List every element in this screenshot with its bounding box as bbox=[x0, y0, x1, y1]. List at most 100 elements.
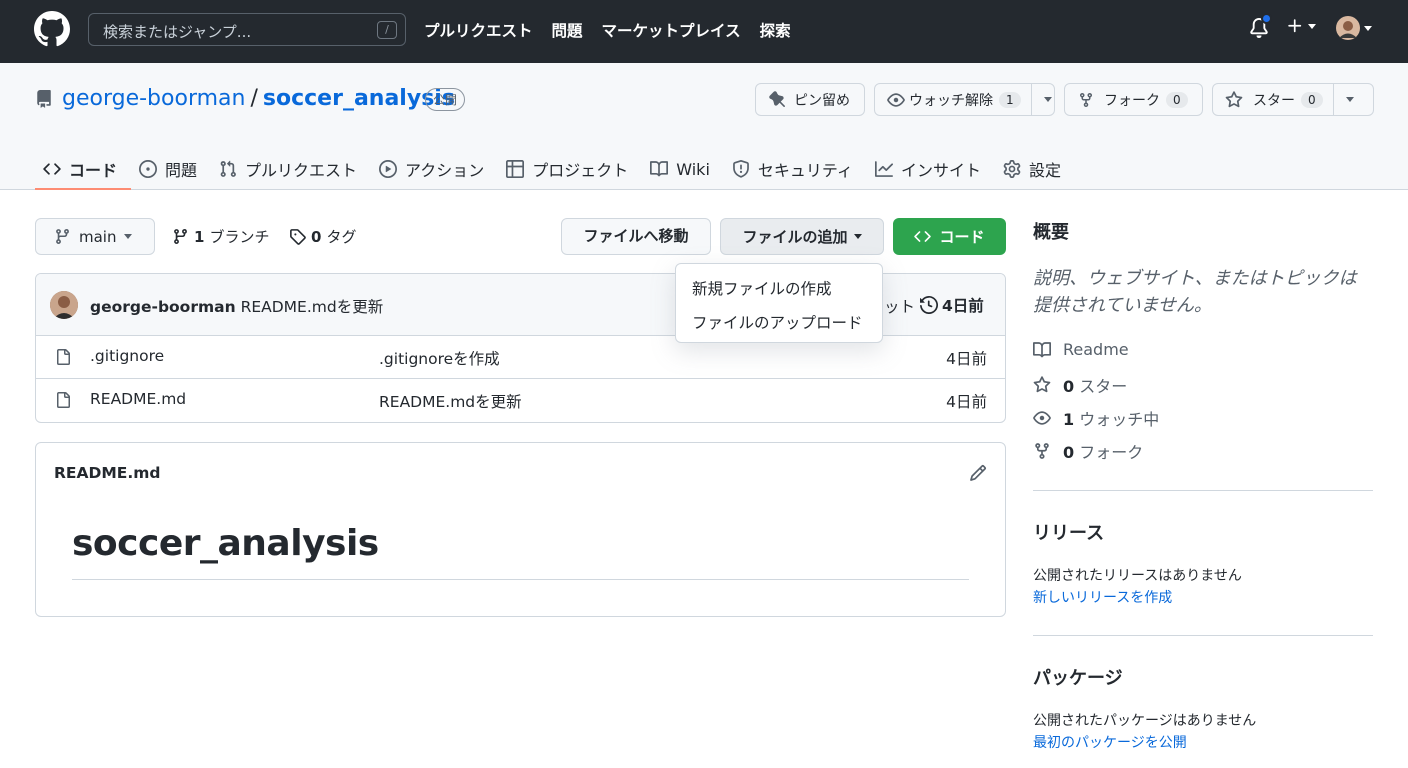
file-icon bbox=[57, 349, 70, 365]
file-name[interactable]: .gitignore bbox=[90, 347, 164, 365]
watch-button[interactable]: ウォッチ解除 1 bbox=[874, 83, 1055, 116]
chevron-down-icon[interactable] bbox=[1043, 97, 1052, 102]
repo-sidebar: 概要 説明、ウェブサイト、またはトピックは提供されていません。 Readme 0… bbox=[1033, 218, 1373, 751]
commit-time[interactable]: 4日前 bbox=[920, 294, 984, 316]
packages-title[interactable]: パッケージ bbox=[1033, 664, 1123, 690]
go-to-file-button[interactable]: ファイルへ移動 bbox=[561, 218, 711, 255]
nav-explore[interactable]: 探索 bbox=[760, 19, 791, 41]
plus-icon bbox=[1288, 19, 1302, 33]
fork-icon bbox=[1080, 92, 1092, 107]
star-button[interactable]: スター 0 bbox=[1212, 83, 1374, 116]
stars-count: 0 bbox=[1063, 377, 1075, 396]
tab-projects[interactable]: プロジェクト bbox=[498, 149, 642, 189]
pull-request-icon bbox=[220, 160, 236, 177]
create-new-menu[interactable] bbox=[1286, 17, 1316, 35]
tab-label: セキュリティ bbox=[757, 161, 853, 180]
branches-link[interactable]: 1 ブランチ bbox=[172, 226, 269, 247]
tab-label: Wiki bbox=[676, 159, 710, 179]
add-file-button[interactable]: ファイルの追加 bbox=[720, 218, 884, 255]
tab-label: プルリクエスト bbox=[245, 161, 358, 180]
menu-item-create-file[interactable]: 新規ファイルの作成 bbox=[676, 272, 882, 306]
file-commit-message[interactable]: .gitignoreを作成 bbox=[379, 347, 500, 369]
divider bbox=[1033, 490, 1373, 491]
commit-author[interactable]: george-boorman bbox=[90, 298, 236, 316]
code-button[interactable]: コード bbox=[893, 218, 1006, 255]
notification-indicator bbox=[1261, 13, 1272, 24]
avatar[interactable] bbox=[50, 291, 78, 319]
breadcrumb-separator: / bbox=[250, 86, 258, 111]
file-age: 4日前 bbox=[946, 393, 987, 411]
tags-link[interactable]: 0 タグ bbox=[289, 226, 356, 247]
divider bbox=[72, 579, 969, 580]
code-icon bbox=[43, 163, 61, 175]
readme-link[interactable]: Readme bbox=[1033, 340, 1129, 359]
visibility-badge: 公開 bbox=[425, 88, 466, 111]
add-file-label: ファイルの追加 bbox=[742, 228, 848, 246]
star-label: スター bbox=[1253, 92, 1295, 109]
readme-box: README.md soccer_analysis bbox=[35, 442, 1006, 617]
tab-security[interactable]: セキュリティ bbox=[724, 149, 867, 189]
publish-package-link[interactable]: 最初のパッケージを公開 bbox=[1033, 732, 1187, 752]
nav-issues[interactable]: 問題 bbox=[552, 19, 583, 41]
divider bbox=[1033, 635, 1373, 636]
readme-filename[interactable]: README.md bbox=[54, 464, 161, 482]
chevron-down-icon bbox=[853, 234, 862, 239]
file-commit-message[interactable]: README.mdを更新 bbox=[379, 390, 522, 412]
stars-link[interactable]: 0 スター bbox=[1033, 373, 1127, 397]
table-row[interactable]: README.md README.mdを更新 4日前 bbox=[36, 379, 1005, 422]
global-nav: プルリクエスト 問題 マーケットプレイス 探索 bbox=[424, 19, 791, 41]
fork-count: 0 bbox=[1166, 91, 1188, 108]
releases-title[interactable]: リリース bbox=[1033, 519, 1104, 545]
history-icon bbox=[920, 296, 938, 314]
file-age: 4日前 bbox=[946, 350, 987, 368]
watching-label: ウォッチ中 bbox=[1079, 410, 1160, 429]
github-logo-icon[interactable] bbox=[34, 11, 70, 47]
gear-icon bbox=[1003, 160, 1021, 178]
tab-code[interactable]: コード bbox=[35, 149, 132, 190]
fork-button[interactable]: フォーク 0 bbox=[1064, 83, 1203, 116]
branch-selector[interactable]: main bbox=[35, 218, 155, 255]
commits-link-fragment[interactable]: ット bbox=[884, 295, 915, 317]
divider bbox=[1030, 84, 1032, 115]
pin-button[interactable]: ピン留め bbox=[755, 83, 865, 116]
repo-tabs: コード 問題 プルリクエスト アクション プロジェクト Wiki セキュリティ bbox=[35, 149, 1075, 190]
tags-count: 0 bbox=[311, 227, 322, 246]
about-description: 説明、ウェブサイト、またはトピックは提供されていません。 bbox=[1033, 268, 1357, 316]
tab-insights[interactable]: インサイト bbox=[867, 149, 995, 189]
user-menu[interactable] bbox=[1336, 16, 1372, 40]
chevron-down-icon bbox=[124, 234, 133, 239]
tab-issues[interactable]: 問題 bbox=[131, 149, 211, 189]
eye-icon bbox=[1033, 411, 1051, 425]
commit-message[interactable]: README.mdを更新 bbox=[241, 298, 384, 316]
stars-label: スター bbox=[1079, 377, 1128, 396]
forks-link[interactable]: 0 フォーク bbox=[1033, 439, 1143, 463]
tab-pull-requests[interactable]: プルリクエスト bbox=[211, 149, 371, 189]
readme-label: Readme bbox=[1063, 340, 1129, 359]
search-input[interactable]: 検索またはジャンプ... / bbox=[88, 13, 406, 46]
chevron-down-icon bbox=[1308, 23, 1316, 29]
menu-item-upload-files[interactable]: ファイルのアップロード bbox=[676, 306, 882, 340]
commit-time-label: 4日前 bbox=[942, 297, 984, 315]
branch-icon bbox=[174, 229, 187, 244]
pin-label: ピン留め bbox=[794, 92, 850, 109]
nav-pull-requests[interactable]: プルリクエスト bbox=[424, 19, 533, 41]
chevron-down-icon bbox=[1364, 25, 1372, 31]
tab-wiki[interactable]: Wiki bbox=[642, 149, 724, 189]
book-icon bbox=[1033, 341, 1051, 357]
repo-owner-link[interactable]: george-boorman bbox=[62, 86, 245, 111]
nav-marketplace[interactable]: マーケットプレイス bbox=[602, 19, 741, 41]
tab-actions[interactable]: アクション bbox=[371, 149, 498, 189]
tab-settings[interactable]: 設定 bbox=[995, 149, 1075, 189]
create-release-link[interactable]: 新しいリリースを作成 bbox=[1033, 587, 1172, 607]
watchers-link[interactable]: 1 ウォッチ中 bbox=[1033, 406, 1159, 430]
chevron-down-icon[interactable] bbox=[1345, 97, 1354, 102]
commit-summary: george-boorman README.mdを更新 bbox=[90, 295, 383, 317]
fork-icon bbox=[1035, 443, 1049, 459]
watch-count: 1 bbox=[999, 91, 1021, 108]
file-name[interactable]: README.md bbox=[90, 390, 186, 408]
tag-icon bbox=[290, 229, 306, 245]
releases-empty-text: 公開されたリリースはありません bbox=[1033, 568, 1242, 584]
pencil-icon[interactable] bbox=[969, 464, 987, 482]
shield-icon bbox=[733, 160, 749, 178]
tab-label: 設定 bbox=[1028, 161, 1061, 180]
